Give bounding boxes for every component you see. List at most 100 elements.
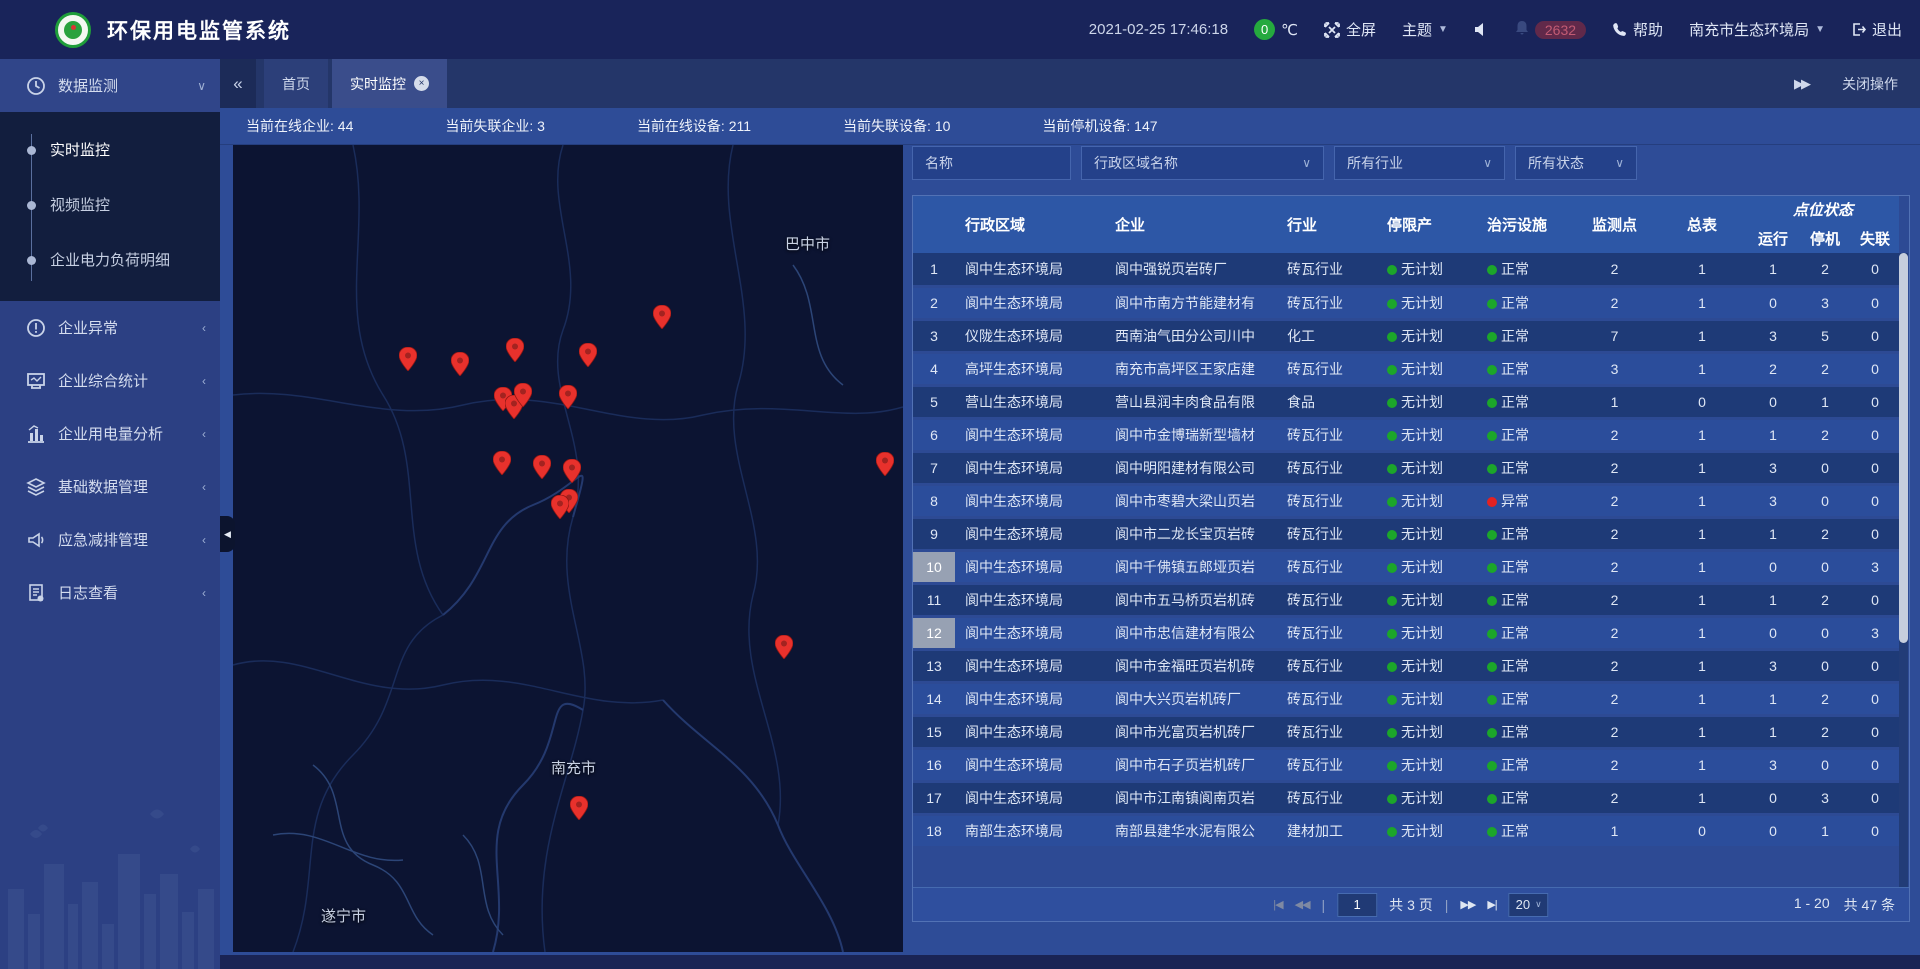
first-page-button[interactable]: |◀ <box>1273 898 1282 911</box>
sidebar-group-1[interactable]: 企业异常‹ <box>0 301 220 354</box>
mute-button[interactable] <box>1474 22 1489 37</box>
map-pin-icon[interactable] <box>514 383 532 407</box>
notifications-button[interactable]: 2632 <box>1515 20 1586 39</box>
fullscreen-button[interactable]: 全屏 <box>1324 19 1376 40</box>
cell-meters: 1 <box>1657 583 1747 616</box>
cell-seq: 11 <box>913 583 955 616</box>
table-row[interactable]: 12阆中生态环境局阆中市忠信建材有限公砖瓦行业无计划正常21003 <box>913 616 1899 649</box>
temperature-indicator: 0 ℃ <box>1254 19 1298 40</box>
name-filter[interactable] <box>912 146 1071 180</box>
org-dropdown[interactable]: 南充市生态环境局 ▼ <box>1689 19 1825 40</box>
table-row[interactable]: 15阆中生态环境局阆中市光富页岩机砖厂砖瓦行业无计划正常21120 <box>913 715 1899 748</box>
cell-facility-status: 正常 <box>1477 286 1572 319</box>
cell-facility-status: 正常 <box>1477 814 1572 847</box>
sidebar-group-2[interactable]: 企业综合统计‹ <box>0 354 220 407</box>
sidebar-item-0-2[interactable]: 企业电力负荷明细 <box>0 232 220 287</box>
cell-halt: 2 <box>1799 517 1851 550</box>
map-pin-icon[interactable] <box>506 338 524 362</box>
map-pin-icon[interactable] <box>559 385 577 409</box>
status-select[interactable]: 所有状态 ∨ <box>1515 146 1637 180</box>
table-row[interactable]: 10阆中生态环境局阆中千佛镇五郎垭页岩砖瓦行业无计划正常21003 <box>913 550 1899 583</box>
table-row[interactable]: 5营山生态环境局营山县润丰肉食品有限食品无计划正常10010 <box>913 385 1899 418</box>
status-dot-icon <box>1387 662 1397 672</box>
cell-run: 1 <box>1747 583 1799 616</box>
table-row[interactable]: 13阆中生态环境局阆中市金福旺页岩机砖砖瓦行业无计划正常21300 <box>913 649 1899 682</box>
record-range-label: 1 - 20 <box>1794 895 1830 915</box>
bell-icon <box>1515 20 1529 39</box>
map-pin-icon[interactable] <box>551 495 569 519</box>
sidebar-group-6[interactable]: 日志查看‹ <box>0 566 220 619</box>
table-row[interactable]: 9阆中生态环境局阆中市二龙长宝页岩砖砖瓦行业无计划正常21120 <box>913 517 1899 550</box>
map-pin-icon[interactable] <box>399 347 417 371</box>
map-pin-icon[interactable] <box>493 451 511 475</box>
table-row[interactable]: 7阆中生态环境局阆中明阳建材有限公司砖瓦行业无计划正常21300 <box>913 451 1899 484</box>
status-dot-icon <box>1487 794 1497 804</box>
close-operations-button[interactable]: 关闭操作 <box>1818 59 1920 108</box>
cell-points: 2 <box>1572 682 1657 715</box>
cell-lost: 0 <box>1851 583 1899 616</box>
sidebar-collapse-handle[interactable]: ◀ <box>220 516 235 552</box>
table-row[interactable]: 18南部生态环境局南部县建华水泥有限公建材加工无计划正常10010 <box>913 814 1899 847</box>
last-page-button[interactable]: ▶| <box>1487 898 1496 911</box>
industry-select[interactable]: 所有行业 ∨ <box>1334 146 1505 180</box>
theme-button[interactable]: 主题 ▼ <box>1402 19 1448 40</box>
help-button[interactable]: 帮助 <box>1612 19 1663 40</box>
tabs-scroll-right-icon[interactable]: ▶▶ <box>1784 59 1818 108</box>
table-row[interactable]: 2阆中生态环境局阆中市南方节能建材有砖瓦行业无计划正常21030 <box>913 286 1899 319</box>
map-pin-icon[interactable] <box>563 459 581 483</box>
scrollbar-thumb[interactable] <box>1899 253 1908 643</box>
monitor-icon <box>26 371 46 391</box>
tab-1[interactable]: 实时监控× <box>332 59 447 108</box>
map-panel[interactable]: 巴中市南充市遂宁市 <box>233 145 903 952</box>
map-pin-icon[interactable] <box>533 455 551 479</box>
map-pin-icon[interactable] <box>775 635 793 659</box>
cell-lost: 0 <box>1851 451 1899 484</box>
table-row[interactable]: 8阆中生态环境局阆中市枣碧大梁山页岩砖瓦行业无计划异常21300 <box>913 484 1899 517</box>
map-pin-icon[interactable] <box>451 352 469 376</box>
tabs-scroll-left-button[interactable]: « <box>220 59 256 108</box>
cell-region: 阆中生态环境局 <box>955 781 1105 814</box>
map-pin-icon[interactable] <box>579 343 597 367</box>
table-row[interactable]: 6阆中生态环境局阆中市金博瑞新型墙材砖瓦行业无计划正常21120 <box>913 418 1899 451</box>
status-dot-icon <box>1487 398 1497 408</box>
sidebar-group-4[interactable]: 基础数据管理‹ <box>0 460 220 513</box>
tab-close-icon[interactable]: × <box>414 76 429 91</box>
sidebar-group-5[interactable]: 应急减排管理‹ <box>0 513 220 566</box>
map-pin-icon[interactable] <box>653 305 671 329</box>
map-pin-icon[interactable] <box>876 452 894 476</box>
tab-0[interactable]: 首页 <box>264 59 328 108</box>
page-number-input[interactable] <box>1337 893 1377 917</box>
sidebar-item-0-0[interactable]: 实时监控 <box>0 122 220 177</box>
table-scrollbar[interactable] <box>1899 253 1908 889</box>
table-row[interactable]: 4高坪生态环境局南充市高坪区王家店建砖瓦行业无计划正常31220 <box>913 352 1899 385</box>
cell-region: 阆中生态环境局 <box>955 583 1105 616</box>
table-row[interactable]: 16阆中生态环境局阆中市石子页岩机砖厂砖瓦行业无计划正常21300 <box>913 748 1899 781</box>
name-input[interactable] <box>925 155 1058 171</box>
cell-lost: 0 <box>1851 781 1899 814</box>
cell-stop-status: 无计划 <box>1377 616 1477 649</box>
table-row[interactable]: 1阆中生态环境局阆中强锐页岩砖厂砖瓦行业无计划正常21120 <box>913 253 1899 286</box>
cell-meters: 1 <box>1657 748 1747 781</box>
sidebar-item-0-1[interactable]: 视频监控 <box>0 177 220 232</box>
sidebar-group-3[interactable]: 企业用电量分析‹ <box>0 407 220 460</box>
table-row[interactable]: 14阆中生态环境局阆中大兴页岩机砖厂砖瓦行业无计划正常21120 <box>913 682 1899 715</box>
table-row[interactable]: 3仪陇生态环境局西南油气田分公司川中化工无计划正常71350 <box>913 319 1899 352</box>
cell-company: 阆中市五马桥页岩机砖 <box>1105 583 1277 616</box>
cell-region: 阆中生态环境局 <box>955 517 1105 550</box>
page-size-select[interactable]: 20 ∨ <box>1509 893 1549 917</box>
layers-icon <box>26 477 46 497</box>
region-select[interactable]: 行政区域名称 ∨ <box>1081 146 1324 180</box>
prev-page-button[interactable]: ◀◀ <box>1295 898 1310 911</box>
table-row[interactable]: 11阆中生态环境局阆中市五马桥页岩机砖砖瓦行业无计划正常21120 <box>913 583 1899 616</box>
next-page-button[interactable]: ▶▶ <box>1460 898 1475 911</box>
table-row[interactable]: 17阆中生态环境局阆中市江南镇阆南页岩砖瓦行业无计划正常21030 <box>913 781 1899 814</box>
app-header: 环保用电监管系统 2021-02-25 17:46:18 0 ℃ 全屏 主题 ▼ <box>0 0 1920 59</box>
cell-facility-status: 正常 <box>1477 451 1572 484</box>
col-run: 运行 <box>1747 223 1799 253</box>
logout-button[interactable]: 退出 <box>1851 19 1902 40</box>
sidebar-group-0[interactable]: 数据监测∨ <box>0 59 220 112</box>
cell-halt: 3 <box>1799 781 1851 814</box>
cell-stop-status: 无计划 <box>1377 649 1477 682</box>
cell-facility-status: 正常 <box>1477 616 1572 649</box>
map-pin-icon[interactable] <box>570 796 588 820</box>
